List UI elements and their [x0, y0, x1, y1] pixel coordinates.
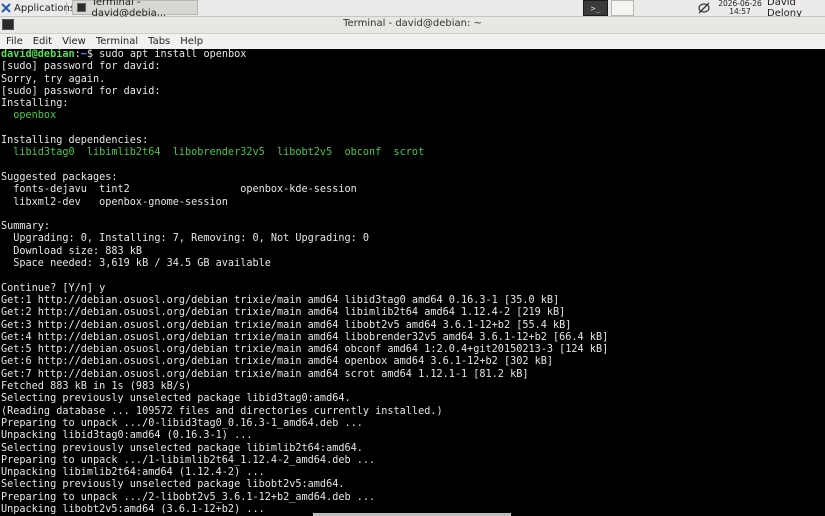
workspace-switcher[interactable] [611, 0, 634, 16]
menu-terminal[interactable]: Terminal [96, 36, 138, 47]
window-titlebar[interactable]: Terminal - david@debian: ~ [0, 17, 825, 34]
menu-edit[interactable]: Edit [33, 36, 52, 47]
terminal-line: libxml2-dev openbox-gnome-session [1, 196, 228, 208]
terminal-line: openbox [1, 110, 57, 122]
terminal-line: Installing dependencies: [1, 135, 149, 147]
terminal-line: [sudo] password for david: [1, 85, 161, 97]
terminal-line: Get:7 http://debian.osuosl.org/debian tr… [1, 368, 529, 380]
terminal-line: Suggested packages: [1, 171, 118, 183]
notifications-icon[interactable] [697, 0, 711, 16]
terminal-line: Unpacking libimlib2t64:amd64 (1.12.4-2) … [1, 467, 265, 479]
terminal-line: Space needed: 3,619 kB / 34.5 GB availab… [1, 258, 271, 270]
panel-separator [66, 2, 67, 14]
terminal-line: Selecting previously unselected package … [1, 442, 363, 454]
terminal-line: Get:6 http://debian.osuosl.org/debian tr… [1, 356, 554, 368]
terminal-line: Summary: [1, 221, 51, 233]
terminal-line: Unpacking libid3tag0:amd64 (0.16.3-1) ..… [1, 430, 253, 442]
applications-menu-button[interactable]: Applications [1, 0, 75, 16]
window-title: Terminal - david@debian: ~ [343, 18, 482, 29]
terminal-line: Continue? [Y/n] y [1, 282, 106, 294]
user-name-button[interactable]: David Delony [767, 0, 825, 19]
terminal-line: [sudo] password for david: [1, 61, 161, 73]
terminal-prompt-icon: >_ [590, 3, 601, 13]
terminal-launcher-button[interactable]: >_ [583, 0, 608, 16]
menu-view[interactable]: View [62, 36, 86, 47]
terminal-line: libid3tag0 libimlib2t64 libobrender32v5 … [1, 147, 425, 159]
terminal-line: Selecting previously unselected package … [1, 479, 345, 491]
panel-clock[interactable]: 2026-06-26 14:57 [718, 0, 762, 16]
terminal-line: Preparing to unpack .../1-libimlib2t64_1… [1, 454, 376, 466]
terminal-line: Download size: 883 kB [1, 245, 143, 257]
menu-bar: File Edit View Terminal Tabs Help [0, 34, 825, 49]
terminal-line: Get:5 http://debian.osuosl.org/debian tr… [1, 344, 609, 356]
terminal-line: Preparing to unpack .../0-libid3tag0_0.1… [1, 417, 363, 429]
terminal-line: Installing: [1, 98, 69, 110]
terminal-line: Fetched 883 kB in 1s (983 kB/s) [1, 381, 192, 393]
terminal-line: Get:1 http://debian.osuosl.org/debian tr… [1, 294, 560, 306]
terminal-line: (Reading database ... 109572 files and d… [1, 405, 443, 417]
menu-file[interactable]: File [6, 36, 23, 47]
terminal-line: Preparing to unpack .../2-libobt2v5_3.6.… [1, 491, 376, 503]
xfce-logo-icon [1, 3, 11, 13]
prompt-suffix: $ [86, 49, 100, 60]
prompt-line: david@debian:~$ sudo apt install openbox [1, 49, 247, 60]
menu-tabs[interactable]: Tabs [148, 36, 170, 47]
terminal-line: fonts-dejavu tint2 openbox-kde-session [1, 184, 357, 196]
terminal-line: Selecting previously unselected package … [1, 393, 351, 405]
terminal-line: Upgrading: 0, Installing: 7, Removing: 0… [1, 233, 370, 245]
prompt-user: david@debian [1, 49, 75, 60]
command-text: sudo apt install openbox [99, 49, 247, 60]
terminal-line: Get:2 http://debian.osuosl.org/debian tr… [1, 307, 566, 319]
top-panel: Applications Terminal - david@debia... >… [0, 0, 825, 19]
terminal-line: Get:3 http://debian.osuosl.org/debian tr… [1, 319, 572, 331]
terminal-line: Sorry, try again. [1, 73, 106, 85]
terminal-output[interactable]: david@debian:~$ sudo apt install openbox… [1, 49, 825, 516]
taskbar-item-label: Terminal - david@debia... [91, 0, 167, 19]
taskbar-terminal-item[interactable]: Terminal - david@debia... [72, 0, 198, 19]
menu-help[interactable]: Help [180, 36, 203, 47]
clock-time: 14:57 [729, 7, 751, 16]
terminal-icon [77, 3, 87, 12]
terminal-line: Get:4 http://debian.osuosl.org/debian tr… [1, 331, 609, 343]
